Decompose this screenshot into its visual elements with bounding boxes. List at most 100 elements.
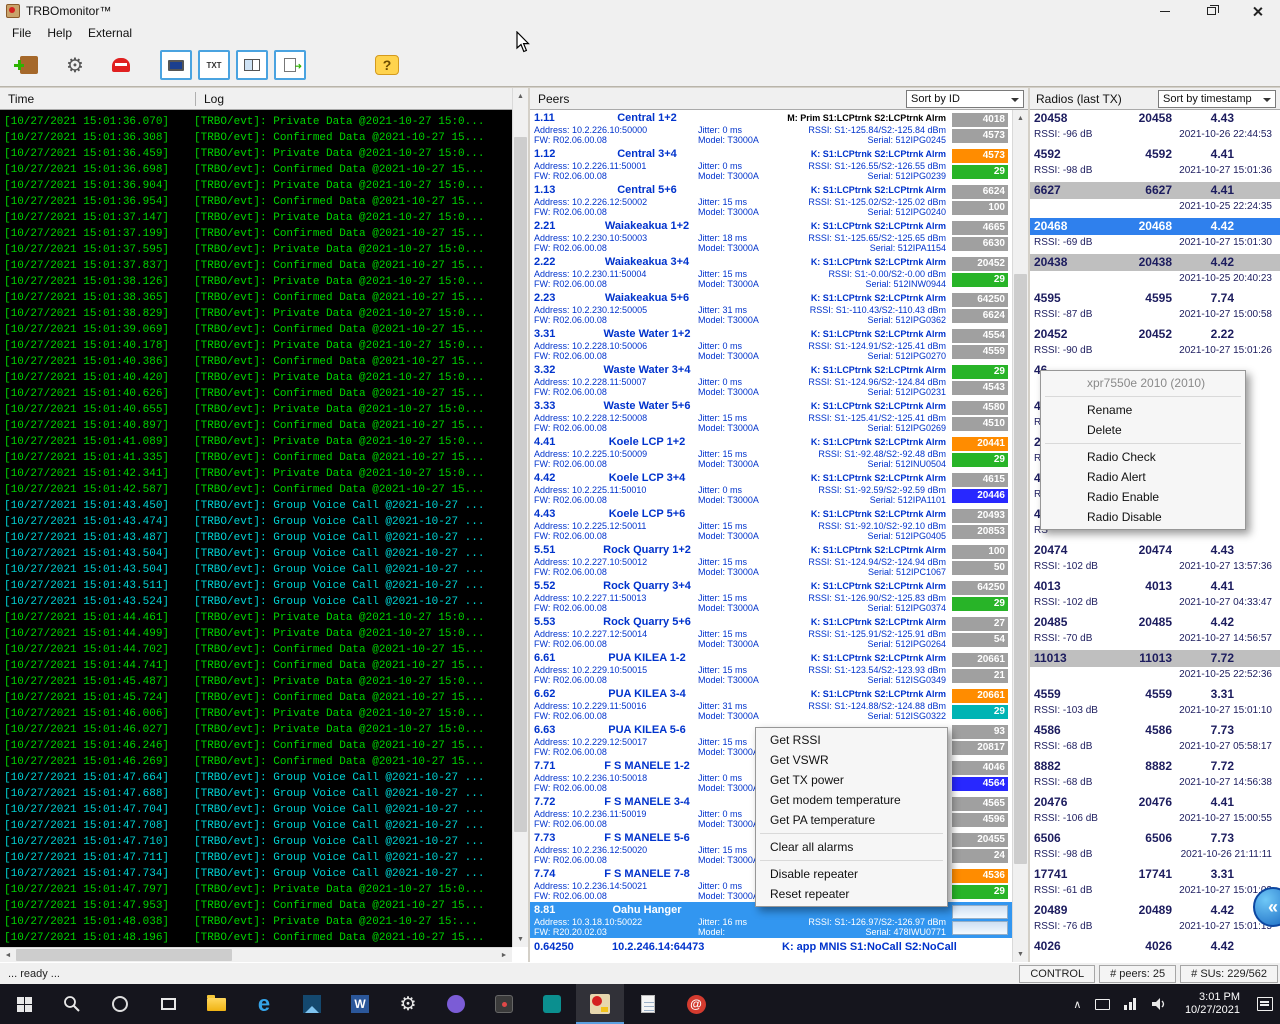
context-menu-item[interactable]: Rename [1043, 400, 1243, 420]
context-menu-item[interactable]: Get modem temperature [758, 790, 945, 810]
peer-row[interactable]: 1.11 Central 1+2 M: Prim S1:LCPtrnk S2:L… [530, 110, 1012, 146]
radio-row[interactable]: 6506 6506 7.73 RSSI: -98 dB 2021-10-26 2… [1030, 830, 1280, 866]
context-menu-item[interactable]: Radio Check [1043, 447, 1243, 467]
context-menu-item[interactable]: Radio Disable [1043, 507, 1243, 527]
menu-item[interactable]: File [4, 24, 39, 42]
peer-row[interactable]: 6.62 PUA KILEA 3-4 K: S1:LCPtrnk S2:LCPt… [530, 686, 1012, 722]
settings-button[interactable] [58, 49, 92, 81]
start-button[interactable] [0, 984, 48, 1024]
radio-row[interactable]: 20452 20452 2.22 RSSI: -90 dB 2021-10-27… [1030, 326, 1280, 362]
tray-display[interactable] [1088, 984, 1117, 1024]
scroll-thumb[interactable] [1014, 274, 1027, 864]
radio-row[interactable]: 17741 17741 3.31 RSSI: -61 dB 2021-10-27… [1030, 866, 1280, 902]
tray-volume[interactable] [1145, 984, 1175, 1024]
peer-row[interactable]: 5.53 Rock Quarry 5+6 K: S1:LCPtrnk S2:LC… [530, 614, 1012, 650]
peer-row[interactable]: 2.21 Waiakeakua 1+2 K: S1:LCPtrnk S2:LCP… [530, 218, 1012, 254]
context-menu-item[interactable]: Get PA temperature [758, 810, 945, 830]
connect-button[interactable] [12, 49, 46, 81]
radio-row[interactable]: 20474 20474 4.43 RSSI: -102 dB 2021-10-2… [1030, 542, 1280, 578]
scroll-thumb[interactable] [16, 949, 232, 961]
control-button[interactable]: CONTROL [1019, 965, 1095, 983]
radio-row[interactable]: 4013 4013 4.41 RSSI: -102 dB 2021-10-27 … [1030, 578, 1280, 614]
scroll-up-icon[interactable] [1013, 110, 1028, 126]
radio-row[interactable]: 20485 20485 4.42 RSSI: -70 dB 2021-10-27… [1030, 614, 1280, 650]
peer-row[interactable]: 6.61 PUA KILEA 1-2 K: S1:LCPtrnk S2:LCPt… [530, 650, 1012, 686]
context-menu-item[interactable]: Delete [1043, 420, 1243, 440]
taskbar-email[interactable] [672, 984, 720, 1024]
peer-row[interactable]: 3.31 Waste Water 1+2 K: S1:LCPtrnk S2:LC… [530, 326, 1012, 362]
radio-row[interactable]: 4559 4559 3.31 RSSI: -103 dB 2021-10-27 … [1030, 686, 1280, 722]
context-menu-item[interactable]: Radio Enable [1043, 487, 1243, 507]
radio-row[interactable]: 4595 4595 7.74 RSSI: -87 dB 2021-10-27 1… [1030, 290, 1280, 326]
scroll-left-icon[interactable] [0, 948, 16, 963]
peer-row[interactable]: 2.22 Waiakeakua 3+4 K: S1:LCPtrnk S2:LCP… [530, 254, 1012, 290]
scroll-track[interactable] [1013, 126, 1028, 946]
scroll-track[interactable] [16, 948, 496, 962]
peer-row[interactable]: 3.32 Waste Water 3+4 K: S1:LCPtrnk S2:LC… [530, 362, 1012, 398]
action-center-button[interactable] [1250, 984, 1280, 1024]
text-log-view-button[interactable]: TXT [198, 50, 230, 80]
peer-row[interactable]: 5.51 Rock Quarry 1+2 K: S1:LCPtrnk S2:LC… [530, 542, 1012, 578]
tray-clock[interactable]: 3:01 PM 10/27/2021 [1175, 991, 1250, 1017]
peer-row[interactable]: 4.42 Koele LCP 3+4 K: S1:LCPtrnk S2:LCPt… [530, 470, 1012, 506]
context-menu-item[interactable]: Get VSWR [758, 750, 945, 770]
taskbar-app-purple[interactable] [432, 984, 480, 1024]
export-button[interactable] [274, 50, 306, 80]
context-menu-item[interactable]: Get TX power [758, 770, 945, 790]
taskbar-app-teal[interactable] [528, 984, 576, 1024]
minimize-button[interactable] [1142, 0, 1188, 22]
taskbar-settings[interactable] [384, 984, 432, 1024]
peer-row[interactable]: 1.13 Central 5+6 K: S1:LCPtrnk S2:LCPtrn… [530, 182, 1012, 218]
close-button[interactable] [1234, 0, 1280, 22]
taskbar-cortana-button[interactable] [96, 984, 144, 1024]
taskbar-file-explorer[interactable] [192, 984, 240, 1024]
log-vertical-scrollbar[interactable] [512, 88, 528, 947]
peer-row[interactable]: 4.43 Koele LCP 5+6 K: S1:LCPtrnk S2:LCPt… [530, 506, 1012, 542]
radios-sort-dropdown[interactable]: Sort by timestamp [1158, 90, 1276, 108]
scroll-down-icon[interactable] [513, 931, 528, 947]
menu-item[interactable]: Help [39, 24, 80, 42]
context-menu-item[interactable]: Reset repeater [758, 884, 945, 904]
log-column-log[interactable]: Log [196, 92, 528, 106]
taskbar-word[interactable] [336, 984, 384, 1024]
taskbar-edge[interactable] [240, 984, 288, 1024]
context-menu-item[interactable]: Get RSSI [758, 730, 945, 750]
tray-show-hidden-icons[interactable] [1066, 984, 1088, 1024]
radio-row[interactable]: 20476 20476 4.41 RSSI: -106 dB 2021-10-2… [1030, 794, 1280, 830]
peers-vertical-scrollbar[interactable] [1012, 110, 1028, 962]
context-menu-item[interactable]: Disable repeater [758, 864, 945, 884]
radio-row[interactable]: 6627 6627 4.41 2021-10-25 22:24:35 [1030, 182, 1280, 218]
context-menu-item[interactable]: xpr7550e 2010 (2010) [1043, 373, 1243, 393]
task-view-button[interactable] [144, 984, 192, 1024]
help-button[interactable]: ? [370, 49, 404, 81]
radio-row[interactable]: 20438 20438 4.42 2021-10-25 20:40:23 [1030, 254, 1280, 290]
radio-row[interactable]: 4026 4026 4.42 [1030, 938, 1280, 962]
taskbar-search-button[interactable] [48, 984, 96, 1024]
peers-sort-dropdown[interactable]: Sort by ID [906, 90, 1024, 108]
radio-row[interactable]: 20458 20458 4.43 RSSI: -96 dB 2021-10-26… [1030, 110, 1280, 146]
peer-row[interactable]: 1.12 Central 3+4 K: S1:LCPtrnk S2:LCPtrn… [530, 146, 1012, 182]
peer-row[interactable]: 3.33 Waste Water 5+6 K: S1:LCPtrnk S2:LC… [530, 398, 1012, 434]
scroll-down-icon[interactable] [1013, 946, 1028, 962]
peer-row[interactable]: 2.23 Waiakeakua 5+6 K: S1:LCPtrnk S2:LCP… [530, 290, 1012, 326]
alarm-button[interactable] [104, 49, 138, 81]
taskbar-photos[interactable] [288, 984, 336, 1024]
peer-row[interactable]: 4.41 Koele LCP 1+2 K: S1:LCPtrnk S2:LCPt… [530, 434, 1012, 470]
menu-item[interactable]: External [80, 24, 140, 42]
log-column-time[interactable]: Time [0, 92, 196, 106]
scroll-track[interactable] [513, 104, 528, 931]
log-horizontal-scrollbar[interactable] [0, 947, 512, 962]
split-view-button[interactable] [236, 50, 268, 80]
context-menu-item[interactable]: Radio Alert [1043, 467, 1243, 487]
radio-row[interactable]: 20468 20468 4.42 RSSI: -69 dB 2021-10-27… [1030, 218, 1280, 254]
restore-button[interactable] [1188, 0, 1234, 22]
radio-row[interactable]: 4586 4586 7.73 RSSI: -68 dB 2021-10-27 0… [1030, 722, 1280, 758]
scroll-right-icon[interactable] [496, 948, 512, 963]
taskbar-trbomonitor[interactable] [576, 984, 624, 1024]
scroll-up-icon[interactable] [513, 88, 528, 104]
radio-row[interactable]: 8882 8882 7.72 RSSI: -68 dB 2021-10-27 1… [1030, 758, 1280, 794]
mnis-peer-row[interactable]: 0.64250 10.2.246.14:64473 K: app MNIS S1… [530, 938, 1012, 956]
taskbar-notepad[interactable] [624, 984, 672, 1024]
taskbar-app-dark[interactable] [480, 984, 528, 1024]
radio-row[interactable]: 4592 4592 4.41 RSSI: -98 dB 2021-10-27 1… [1030, 146, 1280, 182]
